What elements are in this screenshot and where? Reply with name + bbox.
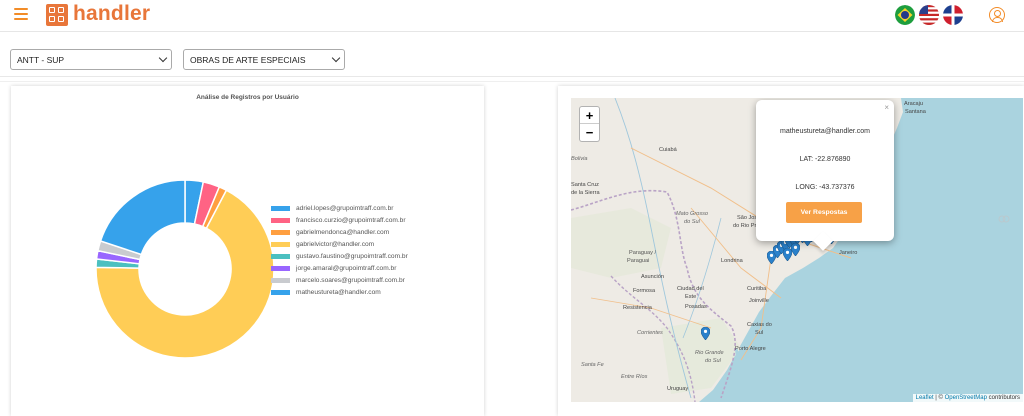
legend-swatch (271, 205, 290, 211)
legend-item[interactable]: jorge.amaral@grupoimtraff.com.br (271, 262, 408, 274)
map-label: Formosa (633, 288, 656, 294)
map-label: Paraguay / (629, 250, 657, 256)
map-label: de la Sierra (571, 190, 600, 196)
map-label: Ciudad del (677, 286, 704, 292)
legend-item[interactable]: matheustureta@handler.com (271, 287, 408, 299)
map-label: do Sul (705, 358, 721, 364)
legend-swatch (271, 290, 290, 296)
category-select[interactable]: OBRAS DE ARTE ESPECIAIS (183, 49, 345, 70)
legend-label: gabrielmendonca@handler.com (296, 228, 390, 236)
chart-legend: adriel.lopes@grupoimtraff.com.br francisc… (271, 202, 408, 299)
legend-swatch (271, 253, 290, 259)
map-label: Entre Ríos (621, 374, 648, 380)
legend-label: marcelo.soares@grupoimtraff.com.br (296, 277, 405, 285)
map-label: Rio Grande (695, 350, 724, 356)
map-label: Uruguay (667, 386, 689, 392)
handler-logo-icon (46, 4, 68, 26)
close-icon[interactable]: × (884, 103, 889, 112)
map-label: Mato Grosso (676, 211, 709, 217)
map-attribution: Leaflet | © OpenStreetMap contributors (912, 394, 1023, 402)
top-bar: handler (0, 0, 1024, 32)
map-panel: Aracaju Santana Cuiabá Bolivia Santa Cru… (558, 86, 1024, 416)
map-marker-icon[interactable] (783, 248, 792, 261)
brand-name: handler (73, 2, 151, 25)
popup-longitude: LONG: -43.737376 (795, 184, 855, 191)
doughnut-chart (95, 179, 275, 359)
chevron-down-icon (158, 53, 168, 63)
leaflet-link[interactable]: Leaflet (916, 395, 934, 401)
map-label: Resistencia (623, 305, 652, 311)
user-icon[interactable] (989, 7, 1005, 23)
legend-swatch (271, 229, 290, 235)
map-marker-icon[interactable] (791, 243, 800, 256)
legend-label: gabrielvictor@handler.com (296, 240, 375, 248)
map-label: Aracaju (904, 101, 923, 107)
legend-label: adriel.lopes@grupoimtraff.com.br (296, 204, 394, 212)
legend-label: gustavo.faustino@grupoimtraff.com.br (296, 252, 408, 260)
map-label: Asunción (641, 274, 665, 280)
chevron-down-icon (331, 53, 341, 63)
legend-swatch (271, 241, 290, 247)
legend-item[interactable]: adriel.lopes@grupoimtraff.com.br (271, 202, 408, 214)
divider (0, 76, 1024, 77)
map-label: Santana (905, 109, 926, 115)
popup-email: matheustureta@handler.com (780, 128, 870, 135)
legend-item[interactable]: gustavo.faustino@grupoimtraff.com.br (271, 250, 408, 262)
map-label: Corrientes (637, 330, 663, 336)
map-label: Posadas (685, 304, 707, 310)
map-label: do Sul (684, 219, 700, 225)
legend-item[interactable]: francisco.curzio@grupoimtraff.com.br (271, 214, 408, 226)
legend-item[interactable]: gabrielvictor@handler.com (271, 238, 408, 250)
legend-swatch (271, 217, 290, 223)
marker-popup: × matheustureta@handler.com LAT: -22.876… (756, 100, 894, 251)
legend-item[interactable]: gabrielmendonca@handler.com (271, 226, 408, 238)
map-marker-icon[interactable] (701, 327, 710, 340)
legend-label: jorge.amaral@grupoimtraff.com.br (296, 265, 397, 273)
map-label: Santa Fe (581, 362, 604, 368)
agency-select-value: ANTT - SUP (17, 55, 65, 65)
openstreetmap-link[interactable]: OpenStreetMap (945, 395, 987, 401)
map-label: Cuiabá (659, 147, 677, 153)
zoom-in-button[interactable]: + (580, 107, 599, 124)
usa-flag-icon[interactable] (919, 5, 939, 25)
legend-label: francisco.curzio@grupoimtraff.com.br (296, 216, 406, 224)
map-label: Curitiba (747, 286, 767, 292)
category-select-value: OBRAS DE ARTE ESPECIAIS (190, 55, 306, 65)
map-label: Joinville (749, 298, 769, 304)
map-label: Bolivia (571, 156, 588, 162)
agency-select[interactable]: ANTT - SUP (10, 49, 172, 70)
legend-swatch (271, 266, 290, 272)
divider (0, 81, 1024, 82)
dominican-flag-icon[interactable] (943, 5, 963, 25)
chart-panel: Análise de Registros por Usuário adriel.… (11, 86, 484, 416)
legend-item[interactable]: marcelo.soares@grupoimtraff.com.br (271, 275, 408, 287)
brazil-flag-icon[interactable] (895, 5, 915, 25)
map-label: Caxias do (747, 322, 772, 328)
legend-label: matheustureta@handler.com (296, 289, 381, 297)
pie-slice[interactable] (99, 179, 186, 256)
menu-icon[interactable] (14, 8, 28, 20)
map-label: Porto Alegre (735, 346, 766, 352)
map-label: Sul (755, 330, 764, 336)
map-label: Este (685, 294, 697, 300)
map[interactable]: Aracaju Santana Cuiabá Bolivia Santa Cru… (571, 98, 1023, 402)
map-label: Londrina (721, 258, 743, 264)
view-responses-button[interactable]: Ver Respostas (786, 202, 862, 223)
legend-swatch (271, 278, 290, 284)
map-label: Santa Cruz (571, 182, 599, 188)
chart-title: Análise de Registros por Usuário (196, 94, 299, 101)
zoom-out-button[interactable]: − (580, 124, 599, 141)
zoom-control: + − (579, 106, 600, 142)
map-label: Paraguai (627, 258, 650, 264)
popup-latitude: LAT: -22.876890 (799, 156, 851, 163)
map-label: Janeiro (839, 250, 858, 256)
